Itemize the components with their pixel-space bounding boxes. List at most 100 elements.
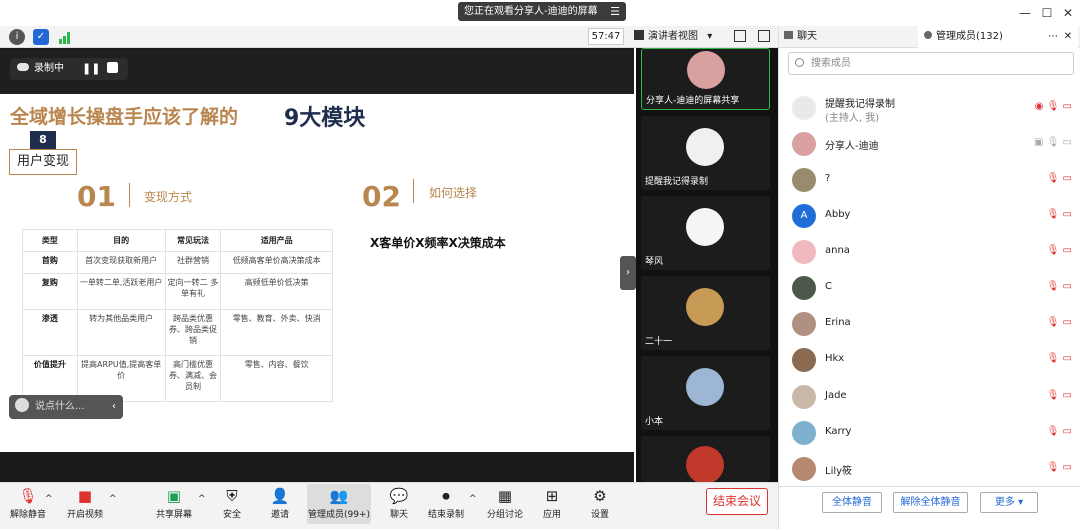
avatar <box>792 385 816 409</box>
video-tile[interactable]: 二十一 <box>641 276 770 350</box>
camera-off-icon[interactable]: ▭ <box>1063 281 1072 292</box>
tab-members[interactable]: 管理成员(132) ⋯ ✕ <box>918 26 1078 48</box>
video-tile[interactable]: 分享人-迪迪的屏幕共享 <box>641 48 770 110</box>
camera-off-icon[interactable]: ▭ <box>1063 390 1072 401</box>
member-row[interactable]: 提醒我记得录制 (主持人, 我) ◉ 🎙 ▭ <box>779 90 1080 126</box>
video-button[interactable]: ■ 开启视频 <box>57 484 113 524</box>
video-tile[interactable]: 提醒我记得录制 <box>641 116 770 190</box>
menu-icon[interactable]: ☰ <box>610 2 620 21</box>
search-placeholder: 搜索成员 <box>811 58 851 69</box>
member-controls[interactable]: 🎙 ▭ <box>1047 426 1072 437</box>
member-name: Erina <box>825 317 851 328</box>
member-controls[interactable]: 🎙 ▭ <box>1047 462 1072 473</box>
member-row[interactable]: C 🎙 ▭ <box>779 270 1080 306</box>
camera-off-icon[interactable]: ▭ <box>1063 245 1072 256</box>
tab-chat[interactable]: 聊天 <box>784 26 817 48</box>
close-button[interactable]: ✕ <box>1060 5 1076 21</box>
member-row[interactable]: anna 🎙 ▭ <box>779 234 1080 270</box>
member-row[interactable]: 分享人-迪迪 ▣ 🎙 ▭ <box>779 126 1080 162</box>
share-screen-button[interactable]: ▣ 共享屏幕 <box>146 484 202 524</box>
invite-button[interactable]: 👤 邀请 <box>252 484 308 524</box>
mic-muted-icon[interactable]: 🎙 <box>1047 390 1060 401</box>
camera-off-icon[interactable]: ▭ <box>1063 353 1072 364</box>
camera-off-icon[interactable]: ▭ <box>1063 317 1072 328</box>
end-recording-button[interactable]: ⏺ 结束录制 <box>418 484 474 524</box>
video-tile[interactable]: 小本 <box>641 356 770 430</box>
member-row[interactable]: Jade 🎙 ▭ <box>779 379 1080 415</box>
camera-off-icon[interactable]: ▭ <box>1063 173 1072 184</box>
table-cell: 零售、内容、餐饮 <box>220 355 333 402</box>
chat-icon: 💬 <box>389 487 409 505</box>
more-icon[interactable]: ⋯ <box>1048 26 1058 48</box>
mic-muted-icon[interactable]: 🎙 <box>1047 209 1060 220</box>
breakout-label: 分组讨论 <box>486 510 523 520</box>
mic-muted-icon[interactable]: 🎙 <box>1047 245 1060 256</box>
camera-off-icon[interactable]: ▭ <box>1063 426 1072 437</box>
unmute-all-button[interactable]: 解除全体静音 <box>893 492 968 513</box>
video-tile[interactable]: 琴风 <box>641 196 770 270</box>
member-row[interactable]: Hkx 🎙 ▭ <box>779 342 1080 378</box>
mic-icon[interactable]: 🎙 <box>1047 137 1060 148</box>
video-tile-name: 提醒我记得录制 <box>645 177 709 187</box>
close-icon[interactable]: ✕ <box>1064 26 1072 48</box>
stop-icon[interactable] <box>107 62 118 73</box>
emoji-icon[interactable] <box>15 398 29 412</box>
mic-muted-icon[interactable]: 🎙 <box>1047 462 1060 473</box>
video-panel-toggle[interactable]: › <box>620 256 636 290</box>
minimize-button[interactable]: — <box>1017 5 1033 21</box>
shield-icon[interactable]: ✓ <box>33 29 49 45</box>
fullscreen-icon[interactable] <box>734 30 746 42</box>
signal-icon[interactable] <box>58 30 72 44</box>
member-controls[interactable]: ◉ 🎙 ▭ <box>1035 101 1072 112</box>
chevron-up-icon[interactable]: ^ <box>109 494 117 504</box>
member-search-input[interactable]: 搜索成员 <box>788 52 1074 75</box>
mic-muted-icon[interactable]: 🎙 <box>1047 353 1060 364</box>
member-controls[interactable]: 🎙 ▭ <box>1047 173 1072 184</box>
member-controls[interactable]: 🎙 ▭ <box>1047 390 1072 401</box>
share-banner[interactable]: 您正在观看分享人-迪迪的屏幕 ☰ <box>458 2 626 21</box>
member-row[interactable]: Karry 🎙 ▭ <box>779 415 1080 451</box>
member-controls[interactable]: 🎙 ▭ <box>1047 245 1072 256</box>
section-number: 02 <box>362 180 401 213</box>
video-label: 开启视频 <box>66 510 103 520</box>
more-button[interactable]: 更多 ▾ <box>980 492 1038 513</box>
mic-muted-icon[interactable]: 🎙 <box>1047 281 1060 292</box>
camera-off-icon[interactable]: ▭ <box>1063 137 1072 148</box>
member-controls[interactable]: 🎙 ▭ <box>1047 353 1072 364</box>
member-row[interactable]: ? 🎙 ▭ <box>779 162 1080 198</box>
mic-muted-icon[interactable]: 🎙 <box>1047 101 1060 112</box>
member-controls[interactable]: 🎙 ▭ <box>1047 281 1072 292</box>
members-label: 管理成员(99+) <box>307 510 371 520</box>
video-tile[interactable] <box>641 436 770 484</box>
view-selector[interactable]: 演讲者视图 ▾ <box>634 28 724 45</box>
mic-muted-icon[interactable]: 🎙 <box>1047 426 1060 437</box>
chevron-up-icon[interactable]: ^ <box>469 494 477 504</box>
mute-all-button[interactable]: 全体静音 <box>822 492 882 513</box>
unmute-button[interactable]: 🎙 解除静音 <box>0 484 56 524</box>
camera-off-icon[interactable]: ▭ <box>1063 101 1072 112</box>
avatar <box>792 457 816 481</box>
members-icon: 👥 <box>329 487 349 505</box>
collapse-icon[interactable]: ‹ <box>112 395 116 419</box>
camera-off-icon[interactable]: ▭ <box>1063 462 1072 473</box>
mic-muted-icon[interactable]: 🎙 <box>1047 317 1060 328</box>
end-meeting-button[interactable]: 结束会议 <box>706 488 768 515</box>
camera-off-icon[interactable]: ▭ <box>1063 209 1072 220</box>
maximize-button[interactable]: ☐ <box>1039 5 1055 21</box>
table-cell: 高门槛优惠券、满减、会员制 <box>164 355 222 402</box>
mic-muted-icon[interactable]: 🎙 <box>1047 173 1060 184</box>
member-row[interactable]: Lily筱 🎙 ▭ <box>779 451 1080 487</box>
members-button[interactable]: 👥 管理成员(99+) <box>307 484 371 524</box>
pause-icon[interactable]: ❚❚ <box>82 62 100 76</box>
member-row[interactable]: A Abby 🎙 ▭ <box>779 198 1080 234</box>
member-controls[interactable]: 🎙 ▭ <box>1047 317 1072 328</box>
comparison-table: 类型 目的 常见玩法 适用产品 首购 首次变现获取新用户 社群营销 低频高客单价… <box>22 229 333 402</box>
chevron-up-icon[interactable]: ^ <box>45 494 53 504</box>
member-controls[interactable]: ▣ 🎙 ▭ <box>1034 137 1072 148</box>
settings-button[interactable]: ⚙ 设置 <box>572 484 628 524</box>
say-something-input[interactable]: 说点什么... ‹ <box>9 395 123 419</box>
member-controls[interactable]: 🎙 ▭ <box>1047 209 1072 220</box>
sidebar-toggle-icon[interactable] <box>758 30 770 42</box>
info-icon[interactable]: i <box>9 29 25 45</box>
member-row[interactable]: Erina 🎙 ▭ <box>779 306 1080 342</box>
